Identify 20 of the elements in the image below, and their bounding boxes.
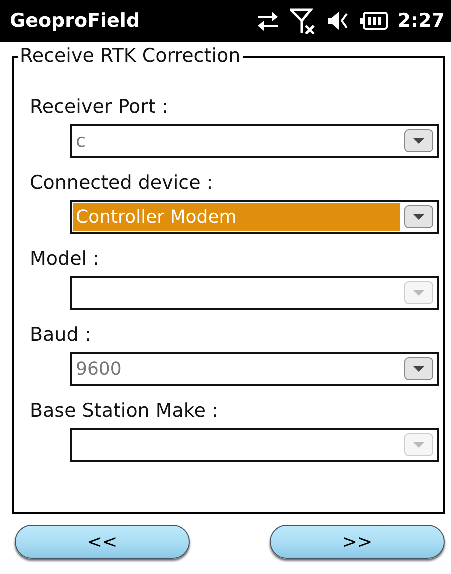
field-label: Baud : xyxy=(30,324,92,346)
field-label: Model : xyxy=(30,248,100,270)
field-label: Connected device : xyxy=(30,172,214,194)
no-signal-icon[interactable] xyxy=(290,8,316,34)
dropdown[interactable]: 9600 xyxy=(70,352,439,386)
nav-button[interactable]: >> xyxy=(270,525,445,559)
battery-icon[interactable] xyxy=(360,12,388,30)
group-title: Receive RTK Correction xyxy=(19,44,242,68)
dropdown-value: 9600 xyxy=(75,358,123,382)
nav-button[interactable]: << xyxy=(15,525,190,559)
dropdown[interactable]: c xyxy=(70,124,439,158)
field-label: Receiver Port : xyxy=(30,96,170,118)
field-label: Base Station Make : xyxy=(30,400,220,422)
dropdown-value: c xyxy=(75,130,87,154)
app-title: GeoproField xyxy=(10,10,142,32)
dropdown[interactable]: Controller Modem xyxy=(70,200,439,234)
sync-arrows-icon[interactable] xyxy=(256,10,280,32)
clock-time: 2:27 xyxy=(398,10,445,32)
speaker-icon[interactable] xyxy=(326,10,350,32)
dropdown-value: Controller Modem xyxy=(73,203,400,231)
